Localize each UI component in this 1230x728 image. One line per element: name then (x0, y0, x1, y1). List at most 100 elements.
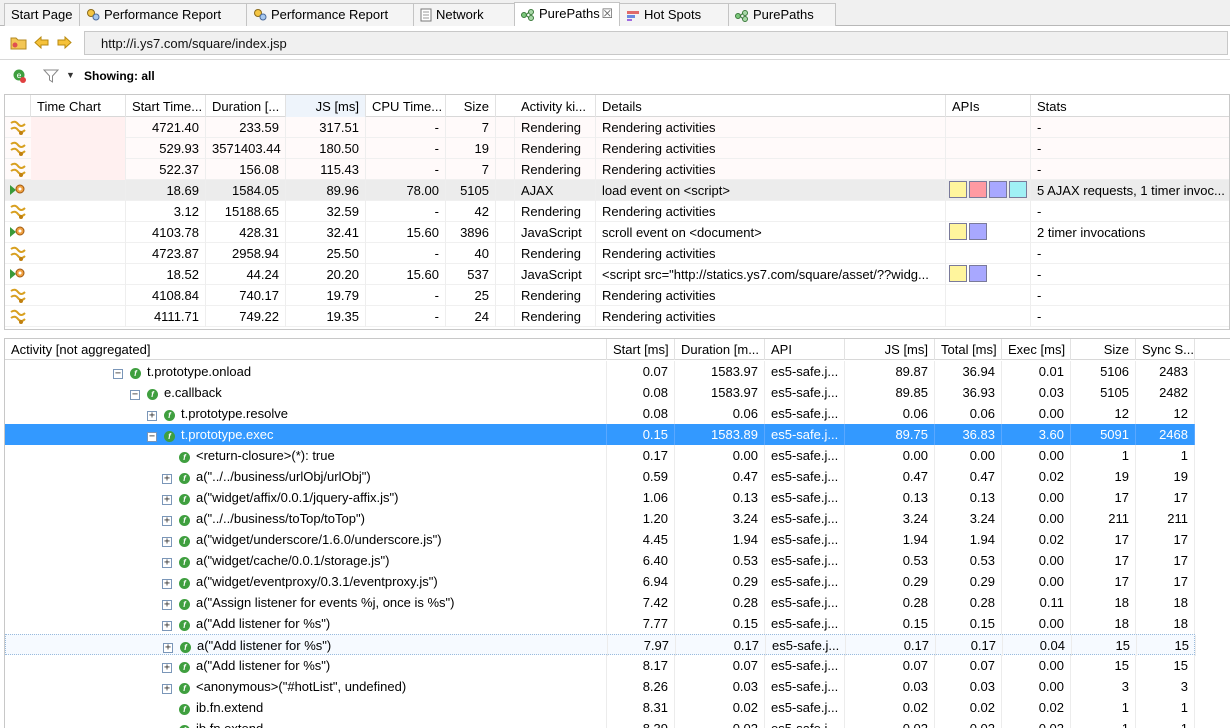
back-arrow-icon[interactable] (33, 34, 50, 51)
activity-row[interactable]: 3.12 15188.65 32.59-42 Rendering Rendering a… (5, 201, 1229, 222)
header-duration[interactable]: Duration [... (206, 95, 286, 117)
header-total-ms[interactable]: Total [ms] (935, 339, 1002, 360)
cell-api: es5-safe.j... (765, 487, 845, 508)
activity-row[interactable]: 4111.71 749.22 19.35-24 Rendering Rendering … (5, 306, 1229, 327)
tree-row[interactable]: + f a("Add listener for %s") 7.77 0.15 es5-sa… (5, 613, 1195, 634)
header-icon-column[interactable] (5, 95, 31, 117)
tree-row[interactable]: − f t.prototype.exec 0.15 1583.89 es5-safe.j.… (5, 424, 1195, 445)
dropdown-arrow-icon[interactable]: ▼ (66, 70, 75, 80)
tab-start-page[interactable]: Start Page (4, 3, 80, 26)
cell-spacer (496, 243, 515, 264)
cell-start-ms: 7.77 (607, 613, 675, 634)
header-size[interactable]: Size (446, 95, 496, 117)
activity-row[interactable]: 18.69 1584.05 89.96 78.00 5105 AJAX load event… (5, 180, 1229, 201)
cell-duration: 3571403.44 (206, 138, 286, 159)
close-icon[interactable]: ☒ (601, 6, 613, 22)
activity-row[interactable]: 4108.84 740.17 19.79-25 Rendering Rendering … (5, 285, 1229, 306)
header-js-ms[interactable]: JS [ms] (845, 339, 935, 360)
expand-icon[interactable]: + (147, 411, 157, 421)
header-apis[interactable]: APIs (946, 95, 1031, 117)
tree-row[interactable]: + f <anonymous>("#hotList", undefined) 8.26… (5, 676, 1195, 697)
function-icon: f (179, 683, 190, 694)
tree-row[interactable]: + f a("../../business/toTop/toTop") 1.20 3.2… (5, 508, 1195, 529)
cell-activity-kind: Rendering (515, 117, 596, 138)
expand-icon[interactable]: + (162, 474, 172, 484)
script-activity-icon (9, 224, 27, 241)
tree-row[interactable]: f <return-closure>(*): true 0.17 0.00 es5-sa… (5, 445, 1195, 466)
header-start-ms[interactable]: Start [ms] (607, 339, 675, 360)
tree-row[interactable]: + f a("Add listener for %s") 8.17 0.07 es5-sa… (5, 655, 1195, 676)
header-exec-ms[interactable]: Exec [ms] (1002, 339, 1071, 360)
activity-name: a("Add listener for %s") (196, 616, 331, 631)
tree-row[interactable]: f ib.fn.extend 8.31 0.02 es5-safe.j... 0.02 0.… (5, 697, 1195, 718)
rendering-activity-icon (9, 203, 27, 220)
expand-icon[interactable]: + (162, 684, 172, 694)
expand-icon[interactable]: + (162, 558, 172, 568)
tree-node: + f a("widget/eventproxy/0.3.1/eventproxy.… (162, 571, 642, 592)
expand-icon[interactable]: + (162, 663, 172, 673)
forward-arrow-icon[interactable] (56, 34, 73, 51)
api-color-swatch (949, 265, 967, 282)
header-sync-size[interactable]: Sync S... (1136, 339, 1195, 360)
filter-icon[interactable] (42, 68, 60, 87)
expand-icon[interactable]: + (162, 495, 172, 505)
header-stats[interactable]: Stats (1031, 95, 1229, 117)
cell-duration-ms: 1583.97 (675, 361, 765, 382)
expand-icon[interactable]: + (162, 600, 172, 610)
header-js-ms[interactable]: JS [ms] (286, 95, 366, 117)
collapse-icon[interactable]: − (130, 390, 140, 400)
header-details[interactable]: Details (596, 95, 946, 117)
cell-total-ms: 0.06 (935, 403, 1002, 424)
header-start-time[interactable]: Start Time... (126, 95, 206, 117)
tab-network[interactable]: Network (413, 3, 515, 26)
expand-icon[interactable]: + (162, 537, 172, 547)
collapse-icon[interactable]: − (113, 369, 123, 379)
tree-row[interactable]: + f a("../../business/urlObj/urlObj") 0.59 0… (5, 466, 1195, 487)
tree-row[interactable]: + f t.prototype.resolve 0.08 0.06 es5-safe.j.… (5, 403, 1195, 424)
header-activity[interactable]: Activity [not aggregated] (5, 339, 607, 360)
activity-row[interactable]: 4721.40 233.59 317.51-7 Rendering Rendering … (5, 117, 1229, 138)
tree-row[interactable]: + f a("widget/eventproxy/0.3.1/eventproxy.… (5, 571, 1195, 592)
cell-js-ms: 19.79 (286, 285, 366, 306)
url-field[interactable]: http://i.ys7.com/square/index.jsp (84, 31, 1228, 55)
activity-row[interactable]: 18.52 44.24 20.20 15.60 537 JavaScript <script… (5, 264, 1229, 285)
cell-js-ms: 0.00 (845, 445, 935, 466)
folder-icon[interactable] (10, 34, 27, 51)
cell-total-ms: 0.28 (935, 592, 1002, 613)
tab-hot-spots[interactable]: Hot Spots (619, 3, 729, 26)
expand-icon[interactable]: + (162, 579, 172, 589)
activity-row[interactable]: 522.37 156.08 115.43-7 Rendering Rendering a… (5, 159, 1229, 180)
tab-purepaths-2[interactable]: PurePaths (728, 3, 836, 26)
header-cpu-time[interactable]: CPU Time... (366, 95, 446, 117)
header-time-chart[interactable]: Time Chart (31, 95, 126, 117)
expand-icon[interactable]: + (162, 516, 172, 526)
tree-row[interactable]: fib.fn.extend8.390.02es5-safe.j...0.020.… (5, 718, 1195, 728)
activity-name: a("widget/affix/0.0.1/jquery-affix.js") (196, 490, 399, 505)
tree-row[interactable]: − f t.prototype.onload 0.07 1583.97 es5-safe.… (5, 361, 1195, 382)
tree-node: fib.fn.extend (162, 718, 642, 728)
cell-stats: - (1031, 138, 1229, 159)
header-size[interactable]: Size (1071, 339, 1136, 360)
tree-row[interactable]: − f e.callback 0.08 1583.97 es5-safe.j... 89.8… (5, 382, 1195, 403)
tree-row[interactable]: + f a("widget/cache/0.0.1/storage.js") 6.40… (5, 550, 1195, 571)
tab-performance-report-2[interactable]: Performance Report (246, 3, 414, 26)
cell-activity-kind: JavaScript (515, 222, 596, 243)
refresh-icon[interactable]: e (12, 68, 28, 87)
tree-row[interactable]: + f a("Assign listener for events %j, once… (5, 592, 1195, 613)
tree-row[interactable]: + f a("Add listener for %s") 7.97 0.17 es5-sa… (5, 634, 1196, 656)
activity-row[interactable]: 4723.87 2958.94 25.50-40 Rendering Rendering… (5, 243, 1229, 264)
expand-icon[interactable]: + (162, 621, 172, 631)
header-duration-ms[interactable]: Duration [m... (675, 339, 765, 360)
activity-row[interactable]: 4103.78 428.31 32.41 15.60 3896 JavaScript scr… (5, 222, 1229, 243)
tab-label: Start Page (11, 7, 73, 22)
expand-icon[interactable]: + (163, 643, 173, 653)
collapse-icon[interactable]: − (147, 432, 157, 442)
tree-row[interactable]: + f a("widget/affix/0.0.1/jquery-affix.js"… (5, 487, 1195, 508)
tab-purepaths-active[interactable]: PurePaths ☒ (514, 2, 620, 26)
cell-stats: - (1031, 285, 1229, 306)
activity-row[interactable]: 529.93 3571403.44 180.50-19 Rendering Render… (5, 138, 1229, 159)
header-activity-kind[interactable]: Activity ki... (515, 95, 596, 117)
header-api[interactable]: API (765, 339, 845, 360)
tab-performance-report-1[interactable]: Performance Report (79, 3, 247, 26)
tree-row[interactable]: + f a("widget/underscore/1.6.0/underscore.… (5, 529, 1195, 550)
